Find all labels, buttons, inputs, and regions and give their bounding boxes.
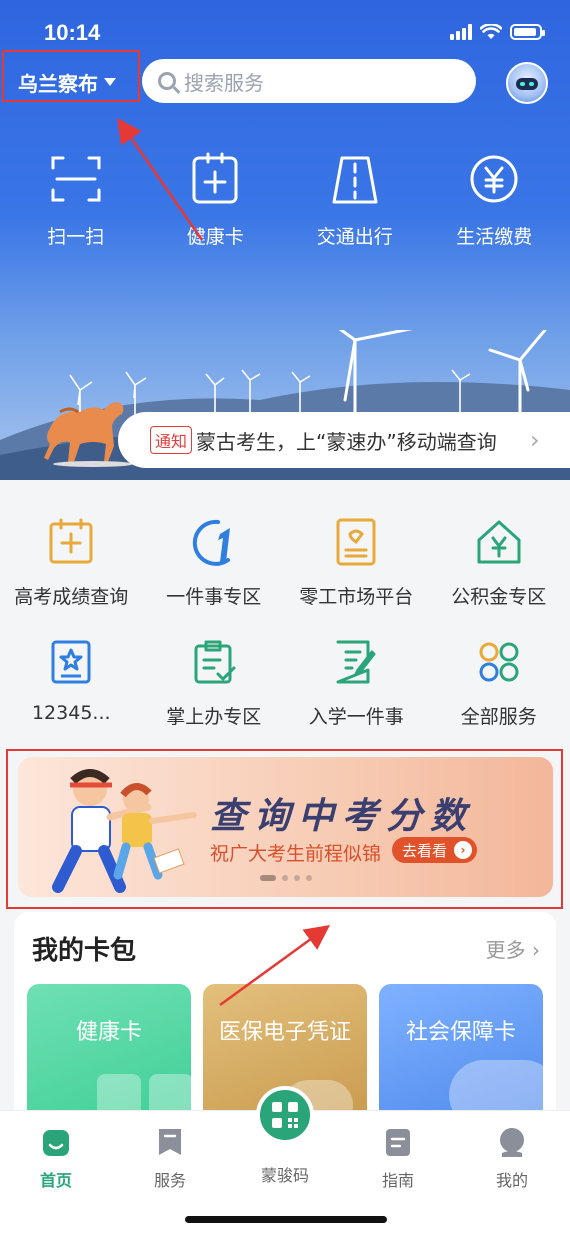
service-one-thing[interactable]: 一件事专区 xyxy=(144,516,284,609)
home-icon xyxy=(43,1130,69,1156)
mengjun-code-button[interactable] xyxy=(256,1086,314,1144)
service-gig-market[interactable]: 零工市场平台 xyxy=(286,516,426,609)
quick-action-health-card[interactable]: 健康卡 xyxy=(155,150,275,250)
tab-label: 指南 xyxy=(381,1171,414,1190)
mengjun-code-label: 蒙骏码 xyxy=(260,1166,309,1185)
quick-action-transport[interactable]: 交通出行 xyxy=(295,150,415,250)
wallet-more-link[interactable]: 更多 › xyxy=(486,934,540,963)
battery-icon xyxy=(510,24,545,40)
chevron-right-icon: › xyxy=(530,426,540,454)
assistant-robot-icon[interactable] xyxy=(506,62,548,104)
service-row: 高考成绩查询 一件事专区 零工市场平台 公积金专区 xyxy=(0,516,570,609)
notice-tag: 通知 xyxy=(150,426,193,454)
number-one-icon xyxy=(192,519,230,566)
service-mobile-office[interactable]: 掌上办专区 xyxy=(144,636,284,729)
notice-text: 蒙古考生，上“蒙速办”移动端查询 xyxy=(196,429,497,454)
resume-icon xyxy=(336,518,376,566)
service-housing-fund[interactable]: 公积金专区 xyxy=(429,516,569,609)
calendar-plus-icon xyxy=(49,518,93,564)
notice-bar[interactable]: 通知 蒙古考生，上“蒙速办”移动端查询 › xyxy=(118,412,570,468)
highlight-box-city xyxy=(2,50,140,102)
students-illustration xyxy=(52,769,197,893)
wallet-more-label: 更多 xyxy=(485,938,526,962)
quick-action-label: 生活缴费 xyxy=(456,226,533,248)
house-yuan-icon xyxy=(477,520,521,564)
signal-icon xyxy=(450,24,472,40)
tab-label: 我的 xyxy=(495,1171,528,1190)
search-input[interactable]: 搜索服务 xyxy=(142,59,476,103)
service-grid: 高考成绩查询 一件事专区 零工市场平台 公积金专区 12345... 掌上办专区… xyxy=(0,490,570,740)
status-bar: 10:14 xyxy=(0,0,570,52)
scan-icon xyxy=(51,156,101,202)
quick-action-label: 扫一扫 xyxy=(47,226,105,248)
service-school-enroll[interactable]: 入学一件事 xyxy=(286,636,426,729)
card-label: 医保电子凭证 xyxy=(218,1020,351,1045)
quick-action-label: 健康卡 xyxy=(186,226,244,248)
clipboard-check-icon xyxy=(194,640,236,684)
wallet-title: 我的卡包 xyxy=(32,936,137,966)
banner-go-button[interactable]: 去看看 › xyxy=(392,837,478,863)
status-icons xyxy=(450,24,545,40)
quick-action-label: 交通出行 xyxy=(316,226,393,248)
health-card-icon xyxy=(192,152,238,204)
tab-label: 服务 xyxy=(153,1171,186,1190)
service-all[interactable]: 全部服务 xyxy=(429,636,569,729)
service-12345[interactable]: 12345... xyxy=(1,636,141,729)
search-placeholder: 搜索服务 xyxy=(184,70,264,95)
bookmark-icon xyxy=(159,1129,181,1155)
service-label: 掌上办专区 xyxy=(166,706,262,728)
service-gaokao-score[interactable]: 高考成绩查询 xyxy=(1,516,141,609)
card-label: 健康卡 xyxy=(75,1020,142,1045)
four-circles-icon xyxy=(479,642,519,682)
star-card-icon xyxy=(51,640,91,684)
road-icon xyxy=(332,156,378,204)
service-label: 全部服务 xyxy=(460,706,537,728)
service-label: 一件事专区 xyxy=(166,586,262,608)
carousel-dots xyxy=(260,875,312,881)
guide-icon xyxy=(386,1129,410,1156)
social-security-card[interactable]: 社会保障卡 xyxy=(379,984,543,1124)
highlight-box-banner: 查询中考分数 祝广大考生前程似锦 去看看 › xyxy=(6,749,563,909)
tab-home[interactable]: 首页 xyxy=(16,1127,96,1191)
banner-button-label: 去看看 xyxy=(402,841,448,860)
health-card[interactable]: 健康卡 xyxy=(27,984,191,1124)
yuan-coin-icon xyxy=(470,155,518,203)
service-row: 12345... 掌上办专区 入学一件事 全部服务 xyxy=(0,636,570,729)
service-label: 公积金专区 xyxy=(451,586,547,608)
wifi-icon xyxy=(480,24,502,39)
home-indicator xyxy=(185,1216,387,1223)
service-label: 12345... xyxy=(31,702,111,724)
tab-label: 首页 xyxy=(39,1171,72,1190)
document-pen-icon xyxy=(336,640,376,684)
quick-actions: 扫一扫 健康卡 交通出行 生活缴费 xyxy=(0,150,570,250)
service-label: 入学一件事 xyxy=(308,706,404,728)
arrow-right-circle-icon: › xyxy=(454,841,473,859)
service-label: 零工市场平台 xyxy=(299,586,414,608)
quick-action-scan[interactable]: 扫一扫 xyxy=(16,150,136,250)
profile-icon xyxy=(500,1128,524,1157)
quick-action-bill-pay[interactable]: 生活缴费 xyxy=(434,150,554,250)
service-label: 高考成绩查询 xyxy=(14,586,129,608)
banner-subtitle: 祝广大考生前程似锦 xyxy=(210,843,382,865)
tab-services[interactable]: 服务 xyxy=(130,1127,210,1191)
promo-banner[interactable]: 查询中考分数 祝广大考生前程似锦 去看看 › xyxy=(18,757,553,897)
tab-profile[interactable]: 我的 xyxy=(472,1127,552,1191)
tab-guide[interactable]: 指南 xyxy=(358,1127,438,1191)
card-label: 社会保障卡 xyxy=(405,1020,516,1045)
status-time: 10:14 xyxy=(44,20,101,45)
banner-title: 查询中考分数 xyxy=(210,796,475,837)
search-icon xyxy=(158,72,176,90)
qr-code-icon xyxy=(272,1102,298,1128)
